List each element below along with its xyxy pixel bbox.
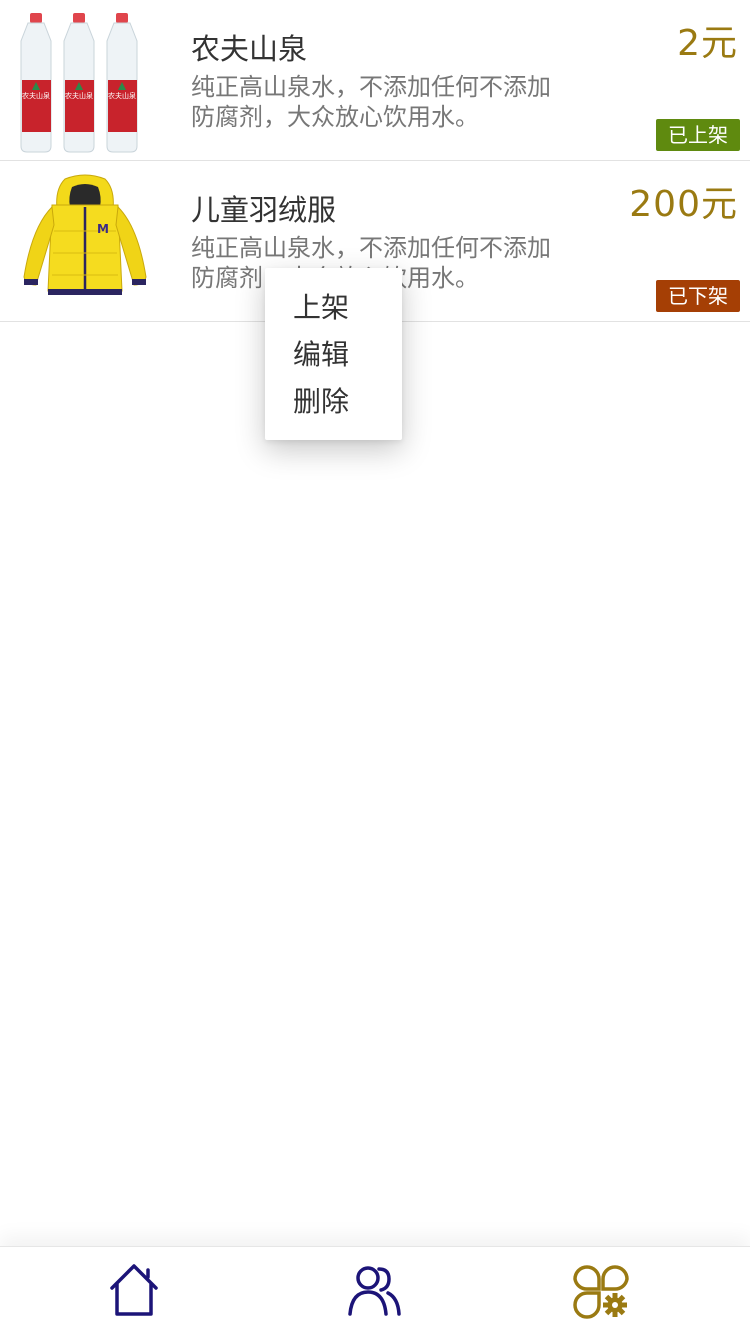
product-price: 2元 bbox=[677, 23, 738, 64]
product-row[interactable]: 农夫山泉 农夫山泉 农夫山泉 农夫山泉 纯正高山泉水，不添加任何不添加 防腐剂，… bbox=[0, 0, 750, 161]
tab-home[interactable] bbox=[99, 1257, 169, 1323]
home-icon bbox=[110, 1264, 158, 1316]
product-image-jacket: M bbox=[10, 171, 160, 316]
product-name: 农夫山泉 bbox=[191, 32, 308, 66]
menu-item-edit[interactable]: 编辑 bbox=[293, 333, 349, 373]
product-description-line: 纯正高山泉水，不添加任何不添加 bbox=[191, 73, 551, 101]
jacket-logo: M bbox=[97, 222, 109, 236]
bottle-label: 农夫山泉 bbox=[22, 91, 50, 100]
bottom-tab-bar bbox=[0, 1246, 750, 1334]
product-image-water: 农夫山泉 农夫山泉 农夫山泉 bbox=[10, 10, 160, 155]
menu-item-list[interactable]: 上架 bbox=[293, 286, 349, 326]
bottle-label: 农夫山泉 bbox=[65, 91, 93, 100]
apps-settings-icon bbox=[573, 1265, 629, 1319]
page: 农夫山泉 农夫山泉 农夫山泉 农夫山泉 纯正高山泉水，不添加任何不添加 防腐剂，… bbox=[0, 0, 750, 1334]
context-menu: 上架 编辑 删除 bbox=[265, 268, 402, 440]
product-name: 儿童羽绒服 bbox=[191, 193, 337, 227]
users-icon bbox=[348, 1266, 401, 1316]
menu-item-delete[interactable]: 删除 bbox=[293, 380, 349, 420]
product-description: 纯正高山泉水，不添加任何不添加 防腐剂，大众放心饮用水。 bbox=[191, 72, 591, 132]
product-description-line: 防腐剂，大众放心饮用水。 bbox=[191, 103, 479, 131]
product-description-line: 纯正高山泉水，不添加任何不添加 bbox=[191, 234, 551, 262]
product-price: 200元 bbox=[629, 184, 738, 225]
bottle-label: 农夫山泉 bbox=[108, 91, 136, 100]
tab-users[interactable] bbox=[339, 1257, 409, 1323]
tab-apps-settings[interactable] bbox=[565, 1257, 635, 1323]
status-badge[interactable]: 已上架 bbox=[656, 119, 740, 151]
status-badge[interactable]: 已下架 bbox=[656, 280, 740, 312]
